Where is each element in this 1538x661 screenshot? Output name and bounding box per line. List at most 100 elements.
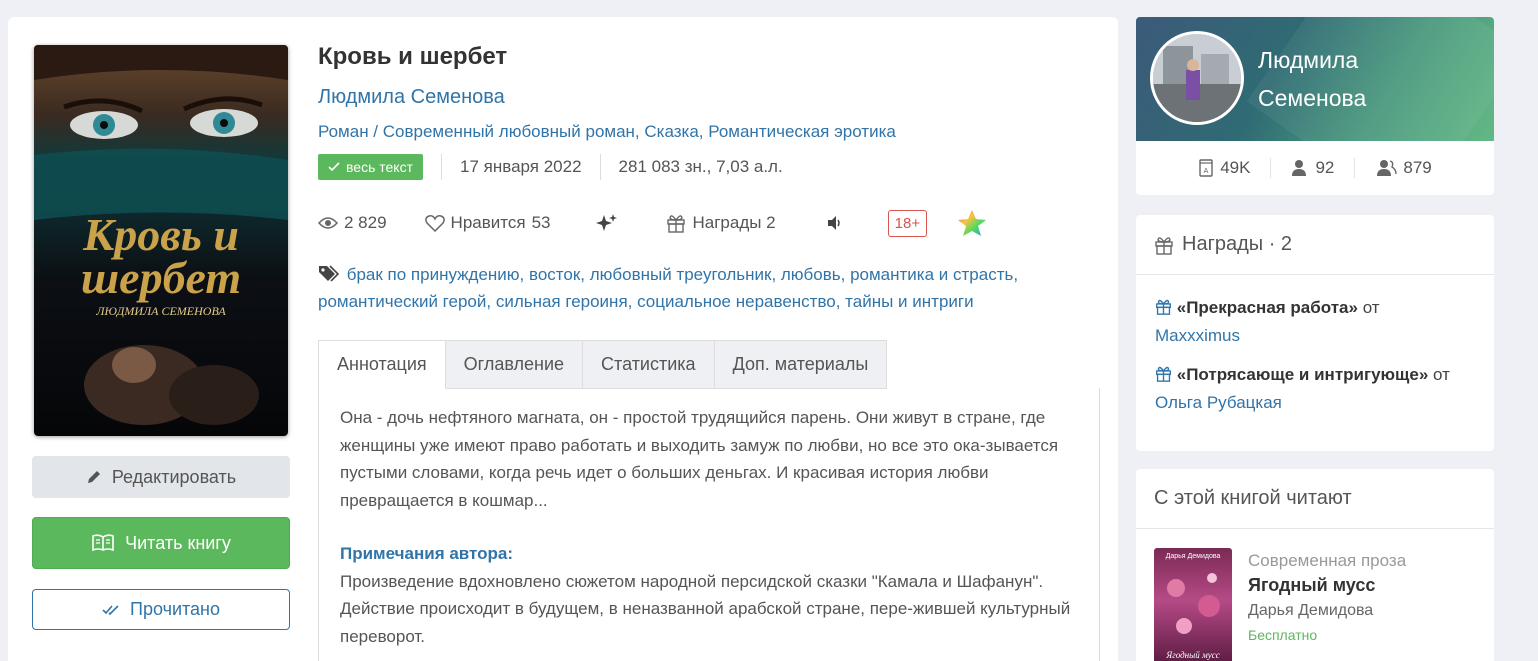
- book-tabs: Аннотация Оглавление Статистика Доп. мат…: [318, 340, 888, 389]
- eye-icon: [318, 217, 338, 229]
- annotation-text: Она - дочь нефтяного магната, он - прост…: [340, 408, 1059, 510]
- sparkles-icon: [596, 214, 618, 231]
- awards-button[interactable]: Награды 2: [666, 213, 776, 233]
- age-rating-badge: 18+: [887, 209, 928, 237]
- awards-label: Награды 2: [692, 213, 776, 232]
- users-icon: [1377, 160, 1398, 176]
- like-button[interactable]: Нравится 53: [424, 213, 551, 233]
- likes-count: 53: [531, 213, 551, 232]
- cover-art: Кровь и шербет ЛЮДМИЛА СЕМЕНОВА: [34, 45, 288, 436]
- speaker-icon: [827, 216, 840, 230]
- tab-contents[interactable]: Оглавление: [445, 340, 584, 389]
- also-reading-card: С этой книгой читают Дарья Демидова Ягод…: [1136, 469, 1494, 661]
- recommended-price: Бесплатно: [1248, 627, 1318, 643]
- also-reading-heading: С этой книгой читают: [1154, 487, 1352, 509]
- mark-read-button[interactable]: Прочитано: [32, 589, 290, 630]
- author-notes-heading: Примечания автора:: [340, 544, 514, 563]
- recommended-author[interactable]: Дарья Демидова: [1248, 598, 1406, 623]
- book-cover[interactable]: Кровь и шербет ЛЮДМИЛА СЕМЕНОВА: [34, 45, 288, 436]
- read-book-button[interactable]: Читать книгу: [32, 517, 290, 569]
- svg-text:A: A: [1204, 168, 1209, 175]
- award-name: «Потрясающе и интригующе»: [1176, 365, 1429, 384]
- recommended-book[interactable]: Дарья Демидова Ягодный мусс Современная …: [1154, 548, 1406, 661]
- tab-statistics[interactable]: Статистика: [583, 340, 715, 389]
- double-check-icon: [102, 604, 119, 615]
- book-size: 281 083 зн., 7,03 а.л.: [618, 157, 783, 176]
- tags-links[interactable]: брак по принуждению, восток, любовный тр…: [318, 265, 1018, 311]
- recommended-title[interactable]: Ягодный мусс: [1248, 573, 1406, 598]
- rec-cover-author: Дарья Демидова: [1166, 553, 1221, 560]
- likes-label: Нравится: [450, 213, 526, 232]
- gift-icon: [1156, 299, 1171, 315]
- edit-button-label: Редактировать: [111, 466, 237, 487]
- gift-icon: [667, 215, 686, 233]
- award-user-link[interactable]: Maxxximus: [1155, 326, 1240, 345]
- user-icon: [1292, 160, 1307, 176]
- views-count: 2 829: [344, 213, 387, 232]
- awards-heading: Награды · 2: [1182, 233, 1293, 255]
- author-link[interactable]: Людмила Семенова: [318, 86, 505, 109]
- annotation-panel: Она - дочь нефтяного магната, он - прост…: [318, 388, 1100, 661]
- award-item: «Прекрасная работа» от Maxxximus: [1136, 294, 1494, 350]
- avatar-photo: [1153, 34, 1241, 122]
- profile-following-stat[interactable]: 92: [1270, 158, 1354, 178]
- audio-button[interactable]: [826, 215, 844, 231]
- gift-icon: [1155, 236, 1173, 255]
- awards-card: Награды · 2 «Прекрасная работа» от Maxxx…: [1136, 215, 1494, 451]
- book-meta: весь текст 17 января 2022 281 083 зн., 7…: [318, 152, 783, 182]
- book-card: Кровь и шербет ЛЮДМИЛА СЕМЕНОВА Редактир…: [8, 17, 1118, 661]
- award-name: «Прекрасная работа»: [1176, 298, 1358, 317]
- pencil-icon: [87, 471, 100, 483]
- profile-first-name: Людмила: [1258, 47, 1359, 73]
- profile-books-count: 49K: [1220, 158, 1251, 177]
- profile-following-count: 92: [1315, 158, 1335, 177]
- award-from: от: [1433, 365, 1450, 384]
- book-stats: 2 829 Нравится 53 Награды 2 18+: [318, 208, 987, 238]
- publish-date: 17 января 2022: [460, 157, 582, 176]
- heart-icon: [424, 215, 445, 232]
- profile-books-stat[interactable]: A 49K: [1178, 158, 1270, 178]
- divider: [441, 154, 442, 180]
- author-notes-text: Произведение вдохновлено сюжетом народно…: [340, 571, 1071, 646]
- tags-icon: [319, 265, 340, 282]
- profile-banner: Людмила Семенова: [1136, 17, 1494, 141]
- profile-followers-stat[interactable]: 879: [1354, 158, 1451, 178]
- profile-name[interactable]: Людмила Семенова: [1258, 41, 1366, 117]
- rating-star-button[interactable]: [957, 209, 987, 237]
- gift-icon: [1156, 366, 1171, 382]
- open-book-icon: [92, 534, 114, 552]
- tab-extra-materials[interactable]: Доп. материалы: [714, 340, 888, 389]
- genres-link[interactable]: Роман / Современный любовный роман, Сказ…: [318, 122, 896, 142]
- profile-last-name: Семенова: [1258, 85, 1367, 111]
- cover-title-line2: шербет: [81, 252, 241, 303]
- full-text-badge-label: весь текст: [346, 159, 413, 175]
- views-stat: 2 829: [318, 213, 387, 233]
- award-item: «Потрясающе и интригующе» от Ольга Рубац…: [1136, 361, 1494, 417]
- edit-button[interactable]: Редактировать: [32, 456, 290, 498]
- divider: [599, 154, 601, 180]
- read-book-button-label: Читать книгу: [125, 532, 231, 553]
- book-title: Кровь и шербет: [318, 43, 508, 70]
- avatar[interactable]: [1150, 31, 1244, 125]
- award-from: от: [1362, 298, 1380, 317]
- tab-annotation[interactable]: Аннотация: [318, 340, 446, 389]
- tags-list: брак по принуждению, восток, любовный тр…: [318, 261, 1078, 315]
- cover-author: ЛЮДМИЛА СЕМЕНОВА: [95, 304, 226, 318]
- sparkle-button[interactable]: [596, 213, 618, 233]
- recommended-genre: Современная проза: [1248, 551, 1407, 570]
- also-reading-header: С этой книгой читают: [1136, 469, 1494, 529]
- recommended-book-info: Современная проза Ягодный мусс Дарья Дем…: [1248, 548, 1406, 661]
- mark-read-button-label: Прочитано: [130, 599, 220, 619]
- award-user-link[interactable]: Ольга Рубацкая: [1155, 393, 1282, 412]
- author-profile-card: Людмила Семенова A 49K 92 879: [1136, 17, 1494, 195]
- profile-followers-count: 879: [1403, 158, 1432, 177]
- profile-stats: A 49K 92 879: [1136, 141, 1494, 195]
- check-icon: [328, 162, 340, 172]
- rainbow-star-icon: [958, 210, 987, 236]
- book-icon: A: [1199, 159, 1213, 177]
- recommended-cover-art: Дарья Демидова Ягодный мусс: [1165, 553, 1221, 660]
- rec-cover-title: Ягодный мусс: [1165, 650, 1219, 660]
- awards-header: Награды · 2: [1136, 215, 1494, 275]
- full-text-badge: весь текст: [318, 154, 423, 180]
- recommended-book-cover[interactable]: Дарья Демидова Ягодный мусс: [1154, 548, 1232, 661]
